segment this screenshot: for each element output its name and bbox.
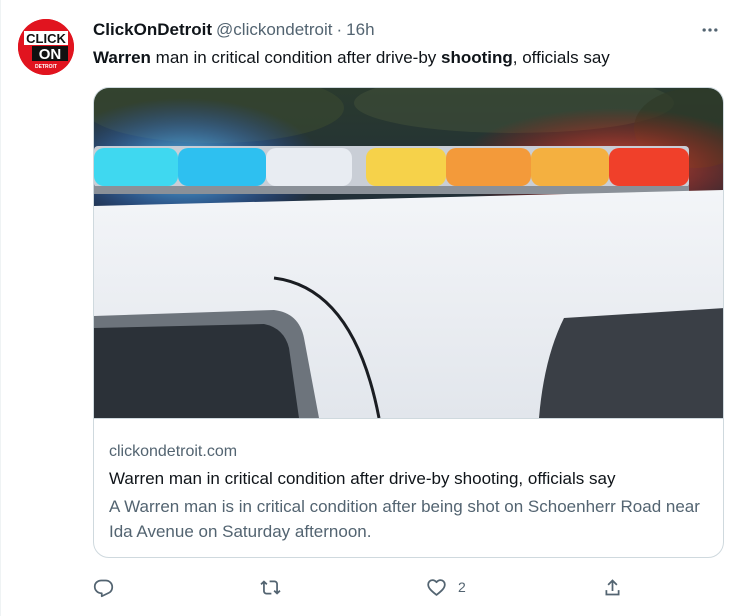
tweet-text-part: , officials say bbox=[512, 48, 610, 67]
svg-text:CLICK: CLICK bbox=[26, 31, 66, 46]
tweet-text: Warren man in critical condition after d… bbox=[93, 46, 610, 70]
share-button[interactable] bbox=[602, 573, 623, 601]
card-domain: clickondetroit.com bbox=[109, 443, 238, 460]
reply-button[interactable] bbox=[93, 573, 125, 601]
more-button[interactable] bbox=[693, 19, 727, 41]
user-handle[interactable]: @clickondetroit bbox=[216, 20, 332, 40]
card-body: clickondetroit.com Warren man in critica… bbox=[109, 440, 708, 544]
retweet-button[interactable] bbox=[260, 573, 292, 601]
more-icon bbox=[702, 28, 718, 32]
tweet[interactable]: CLICK ON DETROIT ClickOnDetroit @clickon… bbox=[0, 0, 747, 616]
timestamp[interactable]: 16h bbox=[346, 20, 374, 40]
card-title: Warren man in critical condition after d… bbox=[109, 469, 616, 488]
like-icon bbox=[427, 578, 446, 596]
display-name[interactable]: ClickOnDetroit bbox=[93, 20, 212, 40]
separator: · bbox=[336, 20, 343, 39]
link-card[interactable]: clickondetroit.com Warren man in critica… bbox=[93, 87, 724, 558]
card-description: A Warren man is in critical condition af… bbox=[109, 497, 700, 541]
like-button[interactable]: 2 bbox=[426, 573, 466, 601]
svg-text:DETROIT: DETROIT bbox=[35, 64, 57, 70]
avatar[interactable]: CLICK ON DETROIT bbox=[18, 19, 74, 75]
retweet-icon bbox=[260, 579, 281, 595]
svg-text:ON: ON bbox=[39, 46, 62, 63]
reply-icon bbox=[93, 579, 114, 597]
highlight-word: Warren bbox=[93, 48, 151, 67]
tweet-actions: 2 bbox=[93, 573, 633, 601]
like-count: 2 bbox=[458, 579, 466, 595]
tweet-text-part: man in critical condition after drive-by bbox=[150, 48, 442, 67]
highlight-word: shooting bbox=[441, 48, 513, 67]
card-image bbox=[94, 88, 723, 419]
clickondetroit-logo-icon: CLICK ON DETROIT bbox=[18, 19, 74, 75]
tweet-header: ClickOnDetroit @clickondetroit · 16h bbox=[93, 19, 727, 41]
share-icon bbox=[605, 578, 620, 595]
